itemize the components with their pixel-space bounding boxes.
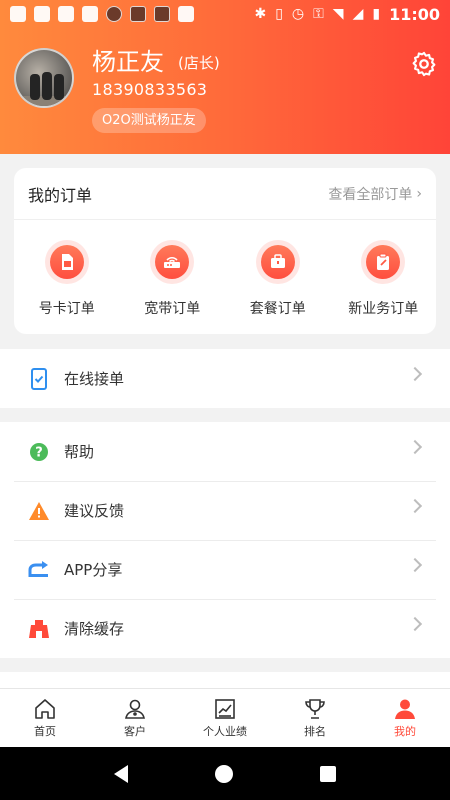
notification-icon (10, 6, 26, 22)
menu-item-label: 帮助 (64, 443, 95, 461)
order-type-label: 新业务订单 (348, 301, 419, 317)
home-button-icon[interactable] (214, 764, 233, 783)
chevron-right-icon (407, 366, 423, 382)
svg-text:?: ? (35, 445, 43, 460)
tab-label: 客户 (124, 725, 146, 738)
order-type-package[interactable]: 套餐订单 (228, 240, 328, 318)
tab-ranking[interactable]: 排名 (270, 689, 360, 747)
bottom-tab-bar: 首页 客户 个人业绩 排名 我的 (0, 688, 450, 747)
chevron-right-icon (407, 439, 423, 455)
sim-card-icon (49, 245, 84, 279)
tab-mine[interactable]: 我的 (360, 689, 450, 747)
alarm-icon: ◷ (291, 6, 305, 22)
next-section-edge (0, 672, 450, 688)
gear-icon[interactable] (410, 50, 438, 78)
cache-icon (28, 618, 50, 640)
order-type-sim[interactable]: 号卡订单 (17, 240, 117, 318)
router-icon (155, 245, 190, 279)
pinwheel-icon (34, 6, 50, 22)
clipboard-icon (366, 245, 401, 279)
view-all-orders-label: 查看全部订单 (328, 186, 413, 203)
menu-item-help[interactable]: ? 帮助 (0, 422, 450, 481)
chevron-right-icon (407, 498, 423, 514)
tab-label: 首页 (34, 725, 56, 738)
orders-header: 我的订单 查看全部订单 › (14, 168, 436, 220)
back-icon[interactable] (113, 764, 128, 783)
recent-apps-icon[interactable] (320, 765, 337, 782)
status-bar-left-icons (10, 6, 194, 22)
status-time: 11:00 (389, 4, 440, 24)
wifi-icon: ◥ (332, 6, 344, 22)
share-icon (28, 559, 50, 581)
heartbeat-icon (178, 6, 194, 22)
order-type-broadband[interactable]: 宽带订单 (122, 240, 222, 318)
key-icon: ⚿ (313, 6, 324, 22)
menu-item-clear-cache[interactable]: 清除缓存 (0, 599, 450, 658)
view-all-orders-link[interactable]: 查看全部订单 › (328, 184, 422, 204)
menu-item-app-share[interactable]: APP分享 (0, 540, 450, 599)
user-name: 杨正友 (92, 48, 164, 76)
battery-icon: ▮ (372, 6, 381, 22)
signal-icon: ◢ (352, 6, 364, 22)
secondary-menu: ? 帮助 建议反馈 APP分享 清除缓存 (0, 422, 450, 658)
profile-header: ✱ ▯ ◷ ⚿ ◥ ◢ ▮ 11:00 杨正友 (店长) 18390833563… (0, 0, 450, 154)
home-icon (35, 699, 55, 719)
menu-item-feedback[interactable]: 建议反馈 (0, 481, 450, 540)
order-icon-bg (44, 240, 89, 284)
menu-item-label: APP分享 (64, 561, 123, 579)
order-icon-bg (150, 240, 195, 284)
menu-item-label: 在线接单 (64, 370, 125, 388)
app-icon (154, 6, 170, 22)
status-bar: ✱ ▯ ◷ ⚿ ◥ ◢ ▮ 11:00 (0, 0, 450, 28)
orders-title: 我的订单 (28, 185, 93, 205)
circle-icon (106, 6, 122, 22)
order-type-new-business[interactable]: 新业务订单 (333, 240, 433, 318)
order-icon-bg (255, 240, 300, 284)
tab-label: 个人业绩 (203, 725, 247, 738)
warning-icon (28, 500, 50, 522)
vibrate-icon: ▯ (275, 6, 283, 22)
menu-item-label: 建议反馈 (64, 502, 125, 520)
customer-icon (125, 699, 145, 719)
avatar[interactable] (14, 48, 74, 108)
tab-home[interactable]: 首页 (0, 689, 90, 747)
order-type-label: 套餐订单 (249, 301, 306, 317)
user-role: (店长) (178, 54, 220, 72)
menu-item-online-orders[interactable]: 在线接单 (0, 349, 450, 408)
primary-menu: 在线接单 (0, 349, 450, 408)
package-icon (260, 245, 295, 279)
person-icon (395, 699, 415, 719)
status-bar-right-icons: ✱ ▯ ◷ ⚿ ◥ ◢ ▮ 11:00 (254, 5, 440, 24)
bluetooth-icon: ✱ (254, 6, 267, 22)
chevron-right-icon: › (416, 185, 422, 202)
performance-icon (215, 699, 235, 719)
order-type-list: 号卡订单 宽带订单 套餐订单 新业务订单 (14, 220, 436, 318)
tab-customer[interactable]: 客户 (90, 689, 180, 747)
image-icon (58, 6, 74, 22)
app-icon (130, 6, 146, 22)
order-type-label: 号卡订单 (38, 301, 95, 317)
phone-check-icon (28, 367, 50, 390)
help-icon: ? (28, 441, 50, 463)
orders-card: 我的订单 查看全部订单 › 号卡订单 宽带订单 套餐订单 新业务订单 (14, 168, 436, 334)
menu-item-label: 清除缓存 (64, 620, 125, 638)
store-badge: O2O测试杨正友 (92, 108, 206, 133)
tab-label: 我的 (394, 725, 416, 738)
tab-performance[interactable]: 个人业绩 (180, 689, 270, 747)
tab-label: 排名 (304, 725, 326, 738)
android-icon (82, 6, 98, 22)
trophy-icon (305, 699, 325, 719)
chevron-right-icon (407, 557, 423, 573)
order-icon-bg (361, 240, 406, 284)
user-phone: 18390833563 (92, 80, 208, 99)
order-type-label: 宽带订单 (144, 301, 201, 317)
system-nav-bar (0, 747, 450, 800)
chevron-right-icon (407, 616, 423, 632)
